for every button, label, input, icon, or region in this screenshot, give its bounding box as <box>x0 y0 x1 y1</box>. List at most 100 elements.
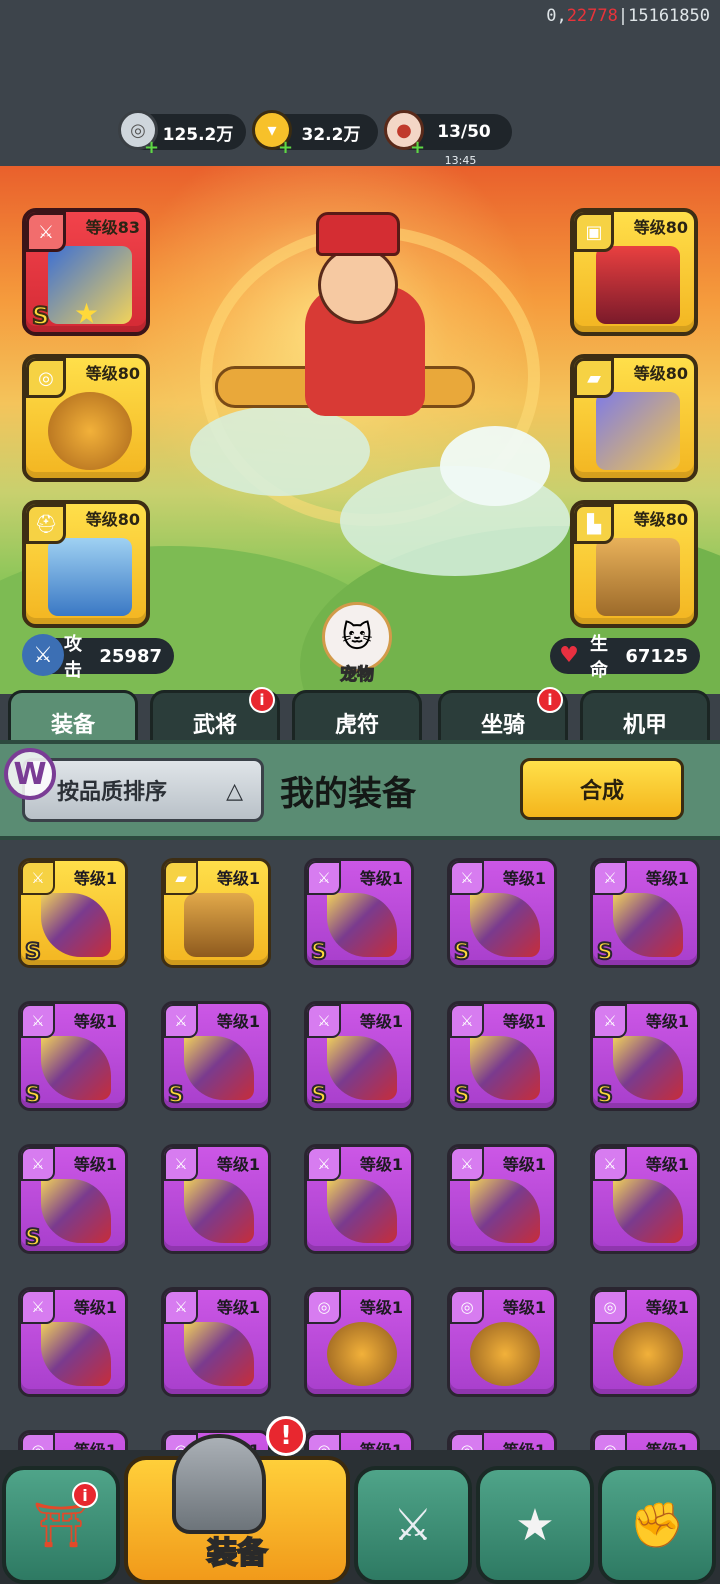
nav-rank-button[interactable]: ★ <box>476 1466 594 1584</box>
grade-s-badge: S <box>31 301 50 331</box>
grade-s-badge: S <box>310 1082 328 1109</box>
item-level: 等级1 <box>73 1012 117 1031</box>
equipment-item[interactable]: ⚔ 等级1 <box>161 1287 271 1397</box>
attack-stat: ⚔ 攻击 25987 <box>22 634 174 681</box>
gold-value: 32.2万 <box>301 124 361 145</box>
hero-hat <box>316 212 400 256</box>
heart-icon: ♥ <box>559 642 579 668</box>
equipment-item[interactable]: ⚔ 等级1 <box>304 1144 414 1254</box>
nav-battle-button[interactable]: ⚔ <box>354 1466 472 1584</box>
item-level: 等级1 <box>502 1155 546 1174</box>
equipment-item[interactable]: ⚔ 等级1 <box>590 1144 700 1254</box>
page-title: 我的装备 <box>280 774 416 814</box>
tab-equipment[interactable]: 装备 <box>8 690 138 742</box>
tab-generals[interactable]: 武将 i <box>150 687 280 742</box>
silver-currency[interactable]: ◎ + 125.2万 <box>118 110 246 158</box>
equipment-item[interactable]: ⚔ 等级1 S <box>590 1001 700 1111</box>
sword-icon: ⚔ <box>164 1147 198 1181</box>
slot-level: 等级80 <box>633 510 688 529</box>
add-gold-icon[interactable]: + <box>278 137 293 158</box>
sword-icon: ⚔ <box>21 861 55 895</box>
sword-icon: ⚔ <box>164 1004 198 1038</box>
equipment-item[interactable]: ⚔ 等级1 S <box>590 858 700 968</box>
equipment-item[interactable]: ⚔ 等级1 S <box>18 1144 128 1254</box>
sort-by-quality-button[interactable]: 按品质排序 △ <box>22 758 264 822</box>
equipment-item[interactable]: ◎ 等级1 <box>447 1430 557 1450</box>
equipment-item[interactable]: ⚔ 等级1 S <box>304 858 414 968</box>
item-level: 等级1 <box>73 1155 117 1174</box>
amulet-art-icon <box>327 1322 397 1386</box>
add-stamina-icon[interactable]: + <box>410 137 425 158</box>
grade-s-badge: S <box>167 1082 185 1109</box>
rooster-rank-icon: ★ <box>515 1499 555 1551</box>
nav-home-button[interactable]: ⛩ i <box>2 1466 120 1584</box>
item-level: 等级1 <box>359 1155 403 1174</box>
equipment-item[interactable]: ⚔ 等级1 S <box>304 1001 414 1111</box>
amulet-icon: ◎ <box>450 1433 484 1450</box>
sword-art-icon <box>184 1179 254 1243</box>
tab-mounts[interactable]: 坐骑 i <box>438 687 568 742</box>
item-level: 等级1 <box>216 1298 260 1317</box>
equipped-weapon-slot[interactable]: ⚔ 等级83 S ★ <box>22 208 150 336</box>
equipment-item[interactable]: ◎ 等级1 <box>18 1430 128 1450</box>
equipment-item[interactable]: ◎ 等级1 <box>447 1287 557 1397</box>
slot-level: 等级80 <box>633 218 688 237</box>
bracer-icon: ▰ <box>164 861 198 895</box>
equipped-amulet-slot[interactable]: ◎ 等级80 <box>22 354 150 482</box>
equipment-item[interactable]: ⚔ 等级1 S <box>18 1001 128 1111</box>
equipment-item[interactable]: ◎ 等级1 <box>590 1287 700 1397</box>
alert-icon: i <box>72 1482 98 1508</box>
sword-art-icon <box>327 1036 397 1100</box>
gold-currency[interactable]: ▾ + 32.2万 <box>252 110 378 158</box>
item-level: 等级1 <box>74 1437 117 1450</box>
sword-icon: ⚔ <box>26 212 66 252</box>
equipment-item[interactable]: ⚔ 等级1 S <box>447 1001 557 1111</box>
amulet-art-icon <box>48 392 132 470</box>
tab-label: 坐骑 <box>480 712 525 738</box>
item-level: 等级1 <box>216 1012 260 1031</box>
sword-art-icon <box>41 1179 111 1243</box>
sword-art-icon <box>613 1036 683 1100</box>
tab-label: 武将 <box>192 712 237 738</box>
equipped-bracer-slot[interactable]: ▰ 等级80 <box>570 354 698 482</box>
hp-value: 67125 <box>625 645 688 667</box>
equipment-item[interactable]: ⚔ 等级1 S <box>447 858 557 968</box>
nav-upgrade-button[interactable]: ✊ <box>598 1466 716 1584</box>
attack-value: 25987 <box>99 645 162 667</box>
equipped-boots-slot[interactable]: ▙ 等级80 <box>570 500 698 628</box>
item-level: 等级1 <box>73 869 117 888</box>
equipment-item[interactable]: ⚔ 等级1 S <box>18 858 128 968</box>
item-level: 等级1 <box>645 1012 689 1031</box>
equipment-item[interactable]: ⚔ 等级1 <box>447 1144 557 1254</box>
tab-mecha[interactable]: 机甲 <box>580 690 710 742</box>
attack-label: 攻击 <box>64 634 82 681</box>
overlay-logo-icon[interactable]: W <box>4 748 56 800</box>
equipment-item[interactable]: ◎ 等级1 <box>304 1287 414 1397</box>
sword-art-icon <box>613 893 683 957</box>
equipment-item[interactable]: ◎ 等级1 <box>590 1430 700 1450</box>
merge-button[interactable]: 合成 <box>520 758 684 820</box>
add-silver-icon[interactable]: + <box>144 137 159 158</box>
debug-suffix: |15161850 <box>617 6 710 26</box>
amulet-icon: ◎ <box>593 1433 627 1450</box>
equipment-item[interactable]: ⚔ 等级1 <box>18 1287 128 1397</box>
item-level: 等级1 <box>73 1298 117 1317</box>
star-icon: ★ <box>74 297 100 330</box>
cloud-ghost <box>440 426 550 506</box>
equipped-armor-slot[interactable]: ▣ 等级80 <box>570 208 698 336</box>
equipment-item[interactable]: ▰ 等级1 <box>161 858 271 968</box>
tab-tiger-tally[interactable]: 虎符 <box>292 690 422 742</box>
grade-s-badge: S <box>596 939 614 966</box>
equipment-item[interactable]: ◎ 等级1 <box>304 1430 414 1450</box>
equipped-helmet-slot[interactable]: ⛑ 等级80 <box>22 500 150 628</box>
alert-icon: ! <box>266 1416 306 1456</box>
helmet-icon: ⛑ <box>26 504 66 544</box>
equipment-item[interactable]: ⚔ 等级1 <box>161 1144 271 1254</box>
equipment-item[interactable]: ⚔ 等级1 S <box>161 1001 271 1111</box>
top-bar: 0,22778|15161850 ◎ + 125.2万 ▾ + 32.2万 ● … <box>0 0 720 167</box>
item-level: 等级1 <box>502 869 546 888</box>
amulet-icon: ◎ <box>593 1290 627 1324</box>
amulet-icon: ◎ <box>450 1290 484 1324</box>
stamina-currency[interactable]: ● + 13/50 13:45 <box>384 110 512 167</box>
crossed-swords-shield-icon: ⚔ <box>393 1499 433 1551</box>
